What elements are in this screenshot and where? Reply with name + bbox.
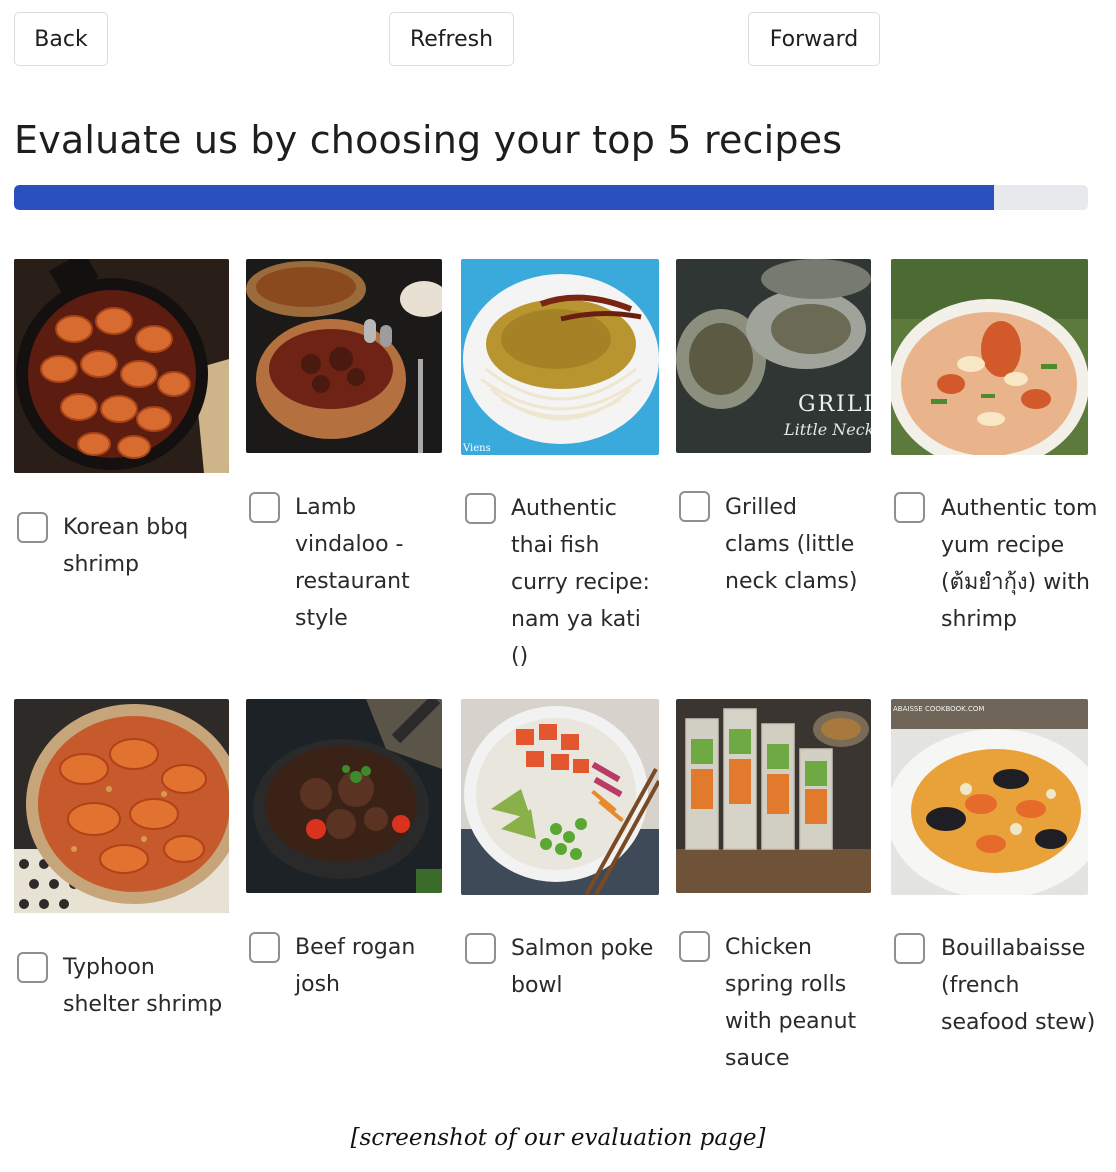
back-button[interactable]: Back	[14, 12, 108, 66]
recipe-checkbox[interactable]	[894, 933, 925, 964]
recipe-checkbox[interactable]	[679, 491, 710, 522]
refresh-button[interactable]: Refresh	[389, 12, 514, 66]
recipe-image	[461, 699, 659, 895]
spring-rolls-photo	[676, 699, 871, 893]
recipe-checkbox[interactable]	[249, 492, 280, 523]
figure-caption: [screenshot of our evaluation page]	[350, 1125, 766, 1151]
recipe-label[interactable]: Beef rogan josh	[295, 929, 435, 1003]
recipe-image	[14, 259, 229, 473]
grilled-clams-photo: GRILLED Little Neck C	[676, 259, 871, 453]
recipe-label[interactable]: Grilled clams (little neck clams)	[725, 489, 865, 600]
shrimp-skillet-photo	[14, 259, 229, 473]
recipe-image	[676, 699, 871, 893]
fried-shrimp-photo	[14, 699, 229, 913]
recipe-checkbox[interactable]	[465, 933, 496, 964]
recipe-label[interactable]: Bouillabaisse (french seafood stew)	[941, 930, 1111, 1041]
watermark-text: GRILLED	[798, 392, 871, 417]
recipe-image	[14, 699, 229, 913]
forward-button[interactable]: Forward	[748, 12, 880, 66]
poke-bowl-photo	[461, 699, 659, 895]
recipe-image: ABAISSE COOKBOOK.COM	[891, 699, 1088, 895]
beef-stew-photo	[246, 699, 442, 893]
recipe-image	[246, 699, 442, 893]
recipe-label[interactable]: Typhoon shelter shrimp	[63, 949, 223, 1023]
recipe-checkbox[interactable]	[17, 512, 48, 543]
svg-text:Little Neck C: Little Neck C	[783, 420, 871, 439]
recipe-image: Viens	[461, 259, 659, 455]
recipe-checkbox[interactable]	[465, 493, 496, 524]
recipe-label[interactable]: Authentic thai fish curry recipe: nam ya…	[511, 490, 656, 675]
recipe-label[interactable]: Korean bbq shrimp	[63, 509, 223, 583]
recipe-checkbox[interactable]	[894, 492, 925, 523]
noodle-curry-photo: Viens	[461, 259, 659, 455]
recipe-image: GRILLED Little Neck C	[676, 259, 871, 453]
tom-yum-photo	[891, 259, 1088, 455]
recipe-checkbox[interactable]	[17, 952, 48, 983]
watermark-text: ABAISSE COOKBOOK.COM	[893, 705, 984, 713]
seafood-stew-photo: ABAISSE COOKBOOK.COM	[891, 699, 1088, 895]
page-title: Evaluate us by choosing your top 5 recip…	[14, 118, 843, 162]
watermark-text: Viens	[462, 443, 491, 454]
recipe-image	[246, 259, 442, 453]
recipe-label[interactable]: Authentic tom yum recipe (ต้มยำกุ้ง) wit…	[941, 490, 1101, 638]
curry-pots-photo	[246, 259, 442, 453]
recipe-label[interactable]: Salmon poke bowl	[511, 930, 656, 1004]
recipe-image	[891, 259, 1088, 455]
recipe-label[interactable]: Lamb vindaloo - restaurant style	[295, 489, 435, 637]
progress-bar	[14, 185, 1088, 210]
recipe-checkbox[interactable]	[679, 931, 710, 962]
progress-bar-fill	[14, 185, 995, 210]
recipe-checkbox[interactable]	[249, 932, 280, 963]
recipe-label[interactable]: Chicken spring rolls with peanut sauce	[725, 929, 865, 1077]
